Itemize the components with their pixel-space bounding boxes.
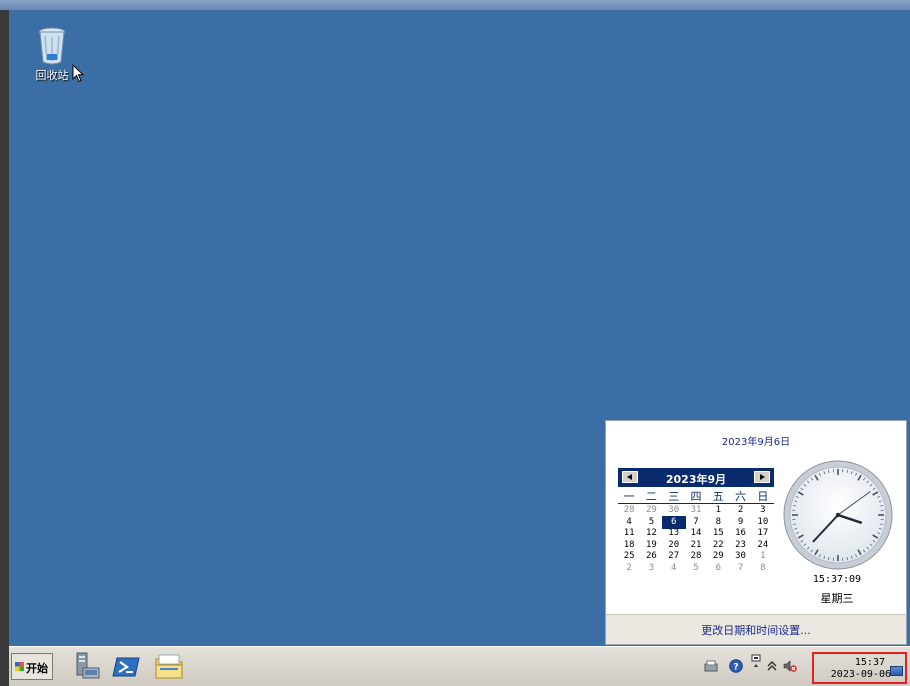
calendar-day[interactable]: 22	[707, 540, 729, 552]
weekday-label: 四	[690, 490, 702, 503]
calendar-day[interactable]: 28	[618, 505, 640, 517]
calendar-day[interactable]: 26	[640, 551, 662, 563]
calendar-day[interactable]: 7	[729, 563, 751, 575]
calendar-day[interactable]: 15	[707, 528, 729, 540]
calendar-day[interactable]: 8	[707, 517, 729, 529]
network-adapter-icon[interactable]	[749, 653, 763, 675]
weekday-label: 日	[757, 490, 769, 503]
calendar-day[interactable]: 20	[663, 540, 685, 552]
calendar-day[interactable]: 31	[685, 505, 707, 517]
change-date-time-settings-link[interactable]: 更改日期和时间设置...	[606, 622, 906, 638]
calendar-day[interactable]: 6	[707, 563, 729, 575]
calendar-day[interactable]: 21	[685, 540, 707, 552]
window-left-edge	[0, 10, 9, 686]
calendar-day[interactable]: 13	[663, 528, 685, 540]
calendar-day[interactable]: 16	[729, 528, 751, 540]
weekday-label: 六	[735, 490, 747, 503]
start-button[interactable]: 开始	[11, 653, 53, 680]
calendar-day[interactable]: 14	[685, 528, 707, 540]
server-manager-icon[interactable]	[71, 650, 103, 682]
volume-muted-icon[interactable]	[783, 659, 797, 673]
windows-logo-icon	[15, 662, 24, 671]
calendar-day[interactable]: 4	[663, 563, 685, 575]
calendar-day[interactable]: 11	[618, 528, 640, 540]
calendar-day[interactable]: 5	[685, 563, 707, 575]
calendar-day[interactable]: 24	[752, 540, 774, 552]
calendar-popup: 2023年9月6日 2023年9月 一 二 三 四 五 六 日 28 29 30 31…	[605, 420, 907, 645]
calendar-day-selected[interactable]: 6	[661, 515, 686, 529]
weekday-text: 星期三	[820, 592, 854, 605]
powershell-icon[interactable]	[111, 650, 143, 682]
clock-time: 15:37	[854, 657, 885, 668]
mouse-cursor-icon	[72, 64, 84, 83]
weekday-header-row: 一 二 三 四 五 六 日	[618, 490, 774, 504]
weekday-label: 三	[668, 490, 680, 503]
calendar-day[interactable]: 18	[618, 540, 640, 552]
svg-text:?: ?	[733, 663, 738, 673]
analog-clock	[783, 460, 893, 570]
calendar-day[interactable]: 27	[663, 551, 685, 563]
weekday-label: 一	[623, 490, 635, 503]
calendar-day[interactable]: 2	[729, 505, 751, 517]
next-month-button[interactable]	[754, 471, 770, 483]
calendar-day-grid: 28 29 30 31 1 2 3 4 5 6 7 8 9 10 11 12 13 14 15 16 17 18 19 20 2…	[618, 505, 774, 574]
clock-date: 2023-09-06	[830, 669, 891, 680]
taskbar-clock[interactable]: 15:37 2023-09-06	[812, 652, 907, 684]
show-hidden-icons-chevron-up-icon[interactable]	[765, 659, 779, 673]
calendar-day[interactable]: 9	[729, 517, 751, 529]
month-title[interactable]: 2023年9月	[618, 471, 774, 487]
calendar-day[interactable]: 3	[752, 505, 774, 517]
show-desktop-icon[interactable]	[890, 666, 903, 676]
window-top-bar	[0, 0, 910, 10]
calendar-day[interactable]: 30	[729, 551, 751, 563]
start-label: 开始	[26, 662, 48, 675]
calendar-day[interactable]: 19	[640, 540, 662, 552]
file-explorer-icon[interactable]	[153, 650, 185, 682]
calendar-day[interactable]: 29	[640, 505, 662, 517]
calendar-day[interactable]: 12	[640, 528, 662, 540]
help-icon[interactable]: ?	[729, 659, 743, 673]
calendar-day[interactable]: 1	[707, 505, 729, 517]
calendar-day[interactable]: 1	[752, 551, 774, 563]
calendar-day[interactable]: 29	[707, 551, 729, 563]
calendar-day[interactable]: 10	[752, 517, 774, 529]
calendar-day[interactable]: 5	[640, 517, 662, 529]
calendar-day[interactable]: 23	[729, 540, 751, 552]
network-printer-icon[interactable]	[704, 659, 718, 673]
date-title: 2023年9月6日	[721, 437, 791, 448]
calendar-day[interactable]: 28	[685, 551, 707, 563]
calendar-month-header: 2023年9月	[618, 468, 774, 487]
weekday-label: 二	[645, 490, 657, 503]
recycle-bin-icon	[38, 27, 66, 65]
calendar-day[interactable]: 2	[618, 563, 640, 575]
calendar-day[interactable]: 7	[685, 517, 707, 529]
popup-footer: 更改日期和时间设置...	[606, 614, 906, 644]
weekday-label: 五	[712, 490, 724, 503]
calendar-day[interactable]: 30	[663, 505, 685, 517]
calendar-day[interactable]: 3	[640, 563, 662, 575]
recycle-bin-label: 回收站	[35, 69, 69, 82]
calendar-day[interactable]: 8	[752, 563, 774, 575]
calendar-day[interactable]: 4	[618, 517, 640, 529]
recycle-bin[interactable]: 回收站	[27, 26, 77, 83]
taskbar: 开始 ? 15:37 2023-09-06	[9, 646, 910, 686]
calendar-day[interactable]: 17	[752, 528, 774, 540]
digital-time: 15:37:09	[812, 574, 862, 585]
calendar-day[interactable]: 25	[618, 551, 640, 563]
